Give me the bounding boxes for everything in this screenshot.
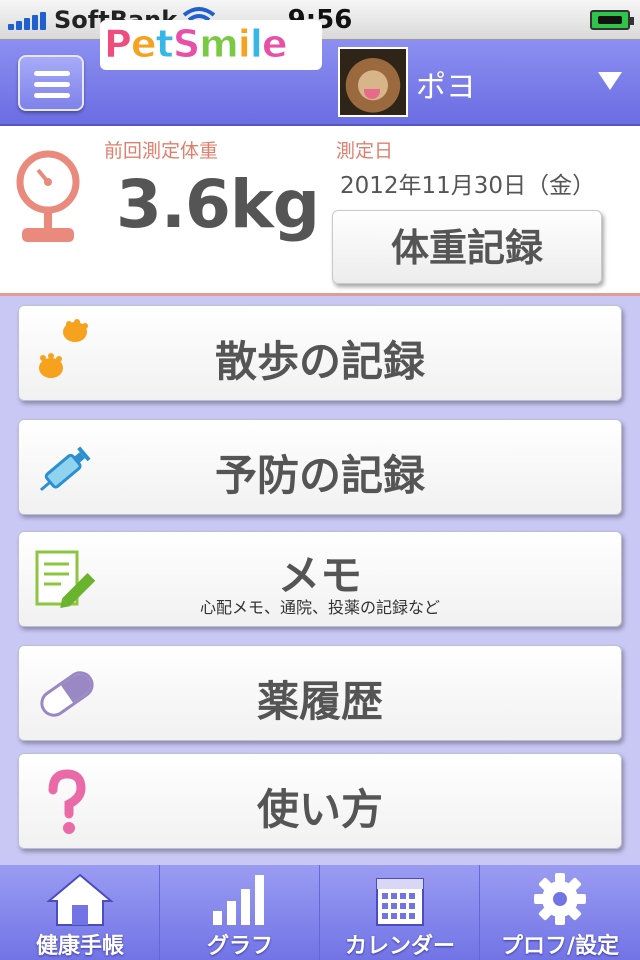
battery-icon: [590, 10, 634, 30]
logo-letter: e: [130, 22, 157, 67]
tab-profile-settings[interactable]: プロフ/設定: [480, 865, 640, 960]
chevron-down-icon[interactable]: [598, 72, 622, 90]
menu-list: 散歩の記録 予防の記録 メモ 心配メモ、通院、投薬の記録など 薬履歴 使い方: [0, 299, 640, 865]
tab-health-notebook-label: 健康手帳: [35, 934, 124, 959]
measurement-date: 2012年11月30日（金）: [340, 173, 596, 199]
logo-letter: i: [237, 22, 251, 67]
prevention-record-label: 予防の記録: [214, 451, 425, 500]
app-logo: PetSmile: [104, 22, 289, 67]
weight-value: 3.6kg: [116, 166, 320, 243]
logo-letter: P: [104, 22, 133, 67]
logo-letter: l: [249, 22, 263, 67]
pet-avatar[interactable]: [338, 47, 408, 117]
tab-profile-settings-label: プロフ/設定: [500, 934, 620, 959]
prevention-record-button[interactable]: 予防の記録: [18, 419, 622, 515]
tab-calendar-label: カレンダー: [344, 934, 455, 959]
tab-health-notebook[interactable]: 健康手帳: [0, 865, 160, 960]
memo-sublabel: 心配メモ、通院、投薬の記録など: [199, 598, 440, 617]
calendar-icon: [376, 878, 424, 926]
menu-button[interactable]: [18, 55, 84, 111]
pet-name[interactable]: ポヨ: [416, 62, 476, 106]
memo-button[interactable]: メモ 心配メモ、通院、投薬の記録など: [18, 531, 622, 627]
tab-bar: 健康手帳 グラフ カレンダー プロフ/設定: [0, 865, 640, 960]
gear-icon: [534, 873, 586, 925]
tab-calendar[interactable]: カレンダー: [320, 865, 480, 960]
record-weight-button[interactable]: 体重記録: [332, 210, 602, 284]
tab-graph[interactable]: グラフ: [160, 865, 320, 960]
home-icon: [46, 873, 114, 926]
walk-record-label: 散歩の記録: [214, 337, 425, 386]
how-to-use-label: 使い方: [256, 785, 383, 834]
medication-history-button[interactable]: 薬履歴: [18, 645, 622, 741]
logo-letter: m: [199, 22, 240, 67]
how-to-use-button[interactable]: 使い方: [18, 753, 622, 849]
measurement-date-label: 測定日: [336, 140, 394, 162]
logo-letter: e: [261, 22, 288, 67]
logo-letter: t: [155, 22, 174, 67]
walk-record-button[interactable]: 散歩の記録: [18, 305, 622, 401]
graph-icon: [213, 875, 264, 925]
previous-weight-label: 前回測定体重: [104, 140, 219, 162]
scale-icon: [16, 150, 80, 242]
tab-graph-label: グラフ: [206, 934, 273, 959]
logo-letter: S: [172, 22, 200, 67]
medication-history-label: 薬履歴: [256, 677, 383, 726]
